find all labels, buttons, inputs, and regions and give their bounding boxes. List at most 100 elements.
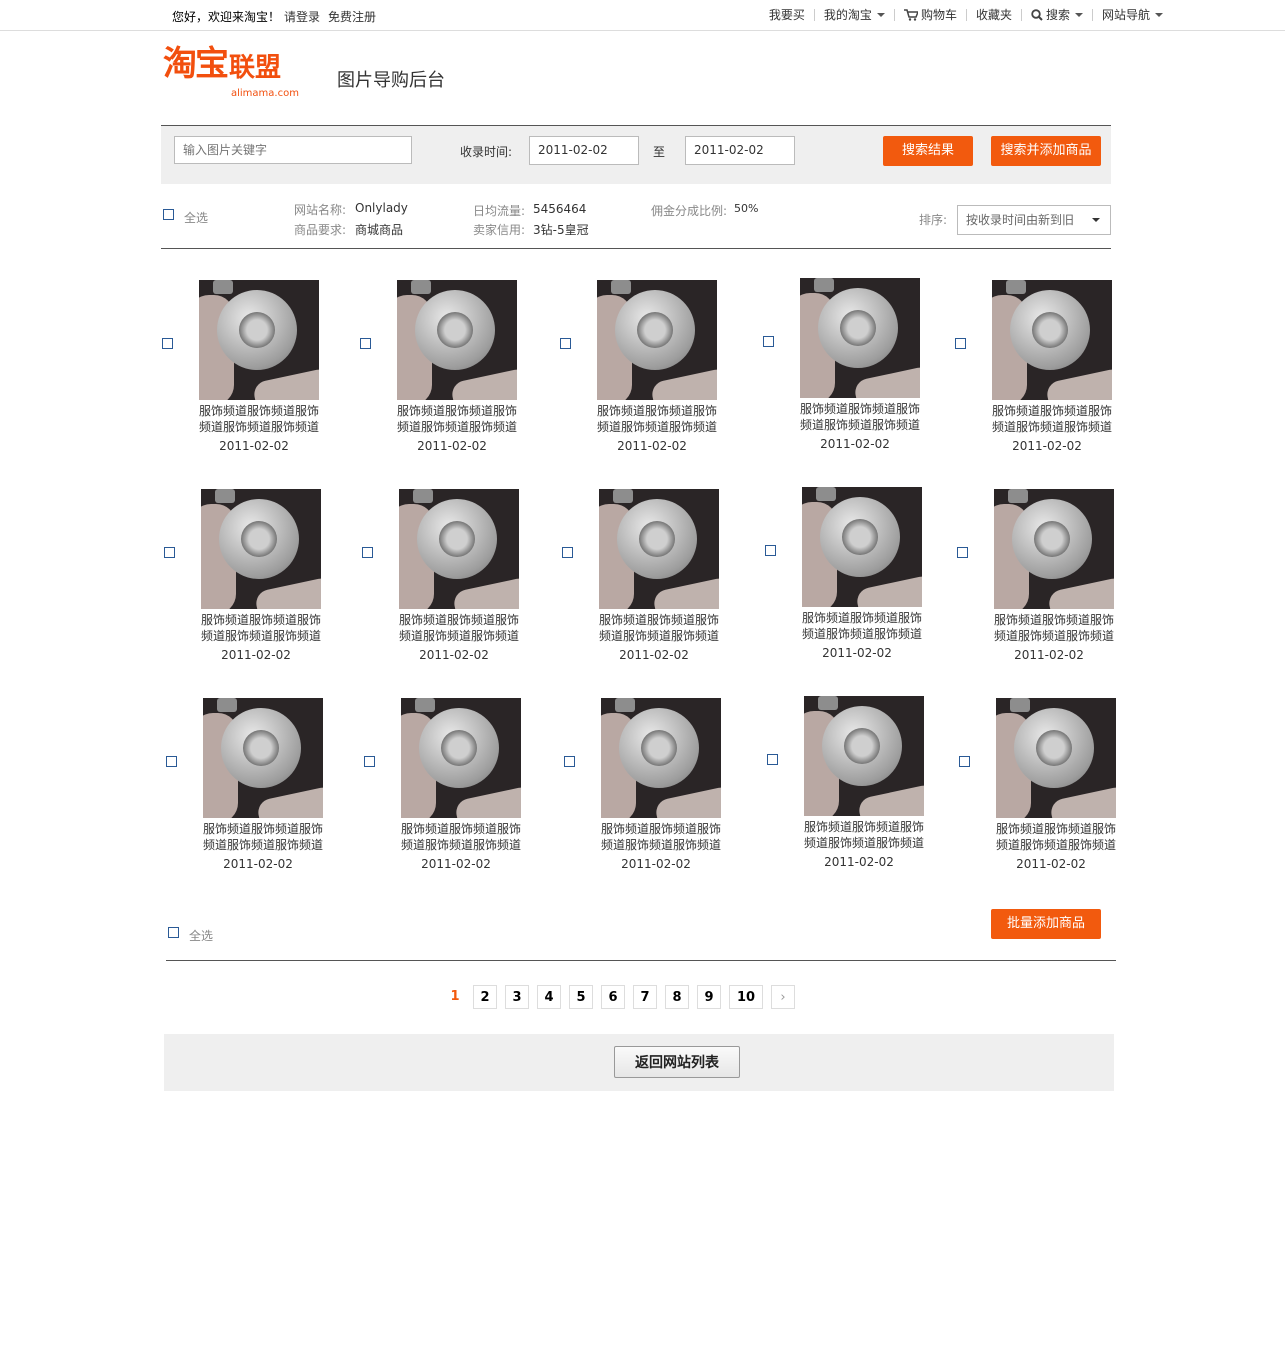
product-caption[interactable]: 服饰频道服饰频道服饰频道服饰频道服饰频道 — [397, 403, 522, 435]
search-icon — [1031, 9, 1043, 21]
product-caption[interactable]: 服饰频道服饰频道服饰频道服饰频道服饰频道 — [399, 612, 524, 644]
back-to-site-list-button[interactable]: 返回网站列表 — [614, 1046, 740, 1078]
product-image[interactable] — [397, 280, 517, 400]
search-button[interactable]: 搜索结果 — [883, 136, 973, 166]
image-ring-shape — [820, 497, 900, 577]
product-caption[interactable]: 服饰频道服饰频道服饰频道服饰频道服饰频道 — [996, 821, 1121, 853]
page-link[interactable]: 6 — [601, 985, 625, 1009]
date-to-field[interactable]: 2011-02-02 — [685, 136, 795, 165]
divider — [166, 960, 1116, 961]
product-image[interactable] — [599, 489, 719, 609]
product-image[interactable] — [992, 280, 1112, 400]
product-checkbox[interactable] — [166, 756, 177, 767]
top-nav-favorites-label: 收藏夹 — [975, 8, 1012, 22]
product-checkbox[interactable] — [767, 754, 778, 765]
search-add-button[interactable]: 搜索并添加商品 — [991, 136, 1101, 166]
sort-select[interactable]: 按收录时间由新到旧 — [957, 205, 1111, 235]
product-checkbox[interactable] — [564, 756, 575, 767]
product-checkbox[interactable] — [560, 338, 571, 349]
image-ring-inner — [641, 730, 677, 766]
batch-add-button[interactable]: 批量添加商品 — [991, 909, 1101, 939]
logo-main-text: 淘宝 — [163, 44, 229, 84]
top-nav-search[interactable]: 搜索 — [1020, 9, 1092, 21]
product-checkbox[interactable] — [765, 545, 776, 556]
product-checkbox[interactable] — [763, 336, 774, 347]
register-link[interactable]: 免费注册 — [328, 10, 376, 24]
product-image[interactable] — [804, 696, 924, 816]
product-image[interactable] — [996, 698, 1116, 818]
page-link[interactable]: 2 — [473, 985, 497, 1009]
image-thumb-shape — [449, 367, 517, 400]
image-thumb-shape — [651, 576, 719, 609]
product-image[interactable] — [601, 698, 721, 818]
page-link[interactable]: 5 — [569, 985, 593, 1009]
product-image[interactable] — [401, 698, 521, 818]
top-nav-site-nav[interactable]: 网站导航 — [1091, 8, 1172, 22]
product-image[interactable] — [203, 698, 323, 818]
date-from-field[interactable]: 2011-02-02 — [529, 136, 639, 165]
page-link[interactable]: 9 — [697, 985, 721, 1009]
product-image[interactable] — [201, 489, 321, 609]
product-caption[interactable]: 服饰频道服饰频道服饰频道服饰频道服饰频道 — [804, 819, 929, 851]
product-caption[interactable]: 服饰频道服饰频道服饰频道服饰频道服饰频道 — [201, 612, 326, 644]
product-caption[interactable]: 服饰频道服饰频道服饰频道服饰频道服饰频道 — [992, 403, 1117, 435]
product-caption[interactable]: 服饰频道服饰频道服饰频道服饰频道服饰频道 — [802, 610, 927, 642]
product-checkbox[interactable] — [360, 338, 371, 349]
image-thumb-shape — [1048, 785, 1116, 818]
image-tab-shape — [413, 489, 433, 503]
page-link[interactable]: 1 — [445, 985, 465, 1009]
product-checkbox[interactable] — [162, 338, 173, 349]
product-image[interactable] — [802, 487, 922, 607]
login-link[interactable]: 请登录 — [284, 10, 320, 24]
product-date: 2011-02-02 — [1014, 648, 1084, 662]
alimama-logo[interactable]: 淘宝 联盟 alimama.com — [163, 44, 299, 99]
next-page-button[interactable]: › — [771, 985, 795, 1009]
image-ring-inner — [439, 521, 475, 557]
image-tab-shape — [816, 487, 836, 501]
product-image[interactable] — [597, 280, 717, 400]
page-link[interactable]: 8 — [665, 985, 689, 1009]
product-image[interactable] — [399, 489, 519, 609]
to-label: 至 — [653, 145, 666, 159]
product-item: 服饰频道服饰频道服饰频道服饰频道服饰频道 2011-02-02 — [360, 280, 520, 470]
image-ring-shape — [619, 708, 699, 788]
top-nav-buy[interactable]: 我要买 — [760, 9, 814, 21]
product-checkbox[interactable] — [959, 756, 970, 767]
select-all-checkbox[interactable] — [163, 209, 174, 220]
page-link[interactable]: 10 — [729, 985, 763, 1009]
image-ring-shape — [1014, 708, 1094, 788]
image-tab-shape — [411, 280, 431, 294]
product-caption[interactable]: 服饰频道服饰频道服饰频道服饰频道服饰频道 — [597, 403, 722, 435]
product-image[interactable] — [199, 280, 319, 400]
goods-req-value: 商城商品 — [355, 223, 404, 237]
product-checkbox[interactable] — [362, 547, 373, 558]
keyword-input[interactable] — [174, 136, 412, 164]
product-caption[interactable]: 服饰频道服饰频道服饰频道服饰频道服饰频道 — [994, 612, 1119, 644]
product-date: 2011-02-02 — [1016, 857, 1086, 871]
top-nav-favorites[interactable]: 收藏夹 — [965, 8, 1021, 22]
product-date: 2011-02-02 — [223, 857, 293, 871]
product-checkbox[interactable] — [957, 547, 968, 558]
product-checkbox[interactable] — [164, 547, 175, 558]
image-thumb-shape — [453, 785, 521, 818]
product-checkbox[interactable] — [364, 756, 375, 767]
product-image[interactable] — [994, 489, 1114, 609]
product-caption[interactable]: 服饰频道服饰频道服饰频道服饰频道服饰频道 — [601, 821, 726, 853]
image-tab-shape — [415, 698, 435, 712]
top-nav-cart[interactable]: 购物车 — [893, 9, 966, 21]
product-checkbox[interactable] — [955, 338, 966, 349]
page-link[interactable]: 7 — [633, 985, 657, 1009]
bulk-select-all-checkbox[interactable] — [168, 927, 179, 938]
product-image[interactable] — [800, 278, 920, 398]
product-caption[interactable]: 服饰频道服饰频道服饰频道服饰频道服饰频道 — [401, 821, 526, 853]
product-caption[interactable]: 服饰频道服饰频道服饰频道服饰频道服饰频道 — [800, 401, 925, 433]
page-link[interactable]: 3 — [505, 985, 529, 1009]
product-caption[interactable]: 服饰频道服饰频道服饰频道服饰频道服饰频道 — [203, 821, 328, 853]
product-caption[interactable]: 服饰频道服饰频道服饰频道服饰频道服饰频道 — [599, 612, 724, 644]
product-checkbox[interactable] — [562, 547, 573, 558]
top-nav-site-nav-label: 网站导航 — [1101, 8, 1150, 22]
top-nav-my-taobao[interactable]: 我的淘宝 — [813, 9, 894, 21]
product-caption[interactable]: 服饰频道服饰频道服饰频道服饰频道服饰频道 — [199, 403, 324, 435]
page-link[interactable]: 4 — [537, 985, 561, 1009]
product-date: 2011-02-02 — [619, 648, 689, 662]
